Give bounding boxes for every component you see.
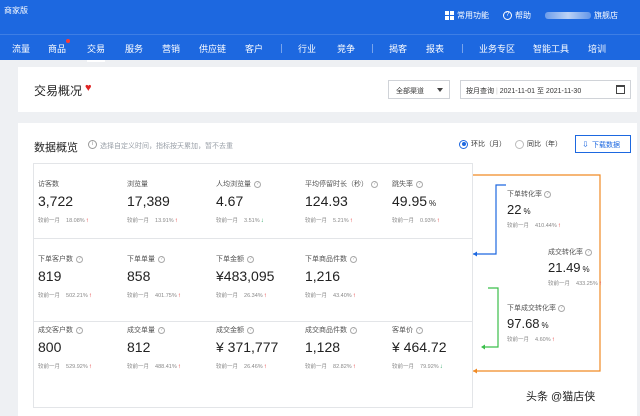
- nav-item-reports[interactable]: 报表: [426, 42, 444, 55]
- date-mode-label: 按月查询: [466, 88, 494, 95]
- grid-icon: [445, 11, 454, 20]
- conversion-rate: 下单转化率? 22% 较前一月 410.44%↑: [507, 189, 587, 229]
- arrow-up-icon: ↑: [551, 337, 555, 343]
- common-functions-link[interactable]: 常用功能: [445, 10, 489, 21]
- arrow-up-icon: ↑: [557, 223, 561, 229]
- rate-compare: 较前一月 4.60%↑: [507, 337, 555, 343]
- rate-compare: 较前一月 433.25%↑: [548, 281, 602, 287]
- help-icon: ?: [503, 11, 512, 20]
- nav-divider: [462, 44, 463, 53]
- rate-compare: 较前一月 410.44%↑: [507, 223, 561, 229]
- conversion-rate: 成交转化率? 21.49% 较前一月 433.25%↑: [548, 247, 628, 287]
- shop-name-menu[interactable]: 旗舰店: [545, 10, 618, 21]
- nav-item-customers[interactable]: 客户: [245, 42, 263, 55]
- rate-label: 下单转化率?: [507, 189, 587, 199]
- nav-item-business-zone[interactable]: 业务专区: [479, 42, 515, 55]
- funnel-connectors: [473, 174, 601, 374]
- rate-label: 成交转化率?: [548, 247, 628, 257]
- shop-name-blurred: [545, 12, 591, 19]
- top-right-menu: 常用功能 ? 帮助 旗舰店: [445, 10, 618, 21]
- help-icon[interactable]: ?: [585, 248, 592, 256]
- heart-icon[interactable]: ♥: [85, 82, 92, 94]
- date-separator: 至: [536, 88, 544, 95]
- watermark: 头条 @猫店侠: [526, 391, 596, 403]
- channel-select[interactable]: 全部渠道: [388, 80, 450, 99]
- connector-blue: [473, 184, 506, 255]
- brand-label: 商家版: [4, 6, 28, 15]
- arrow-head: [473, 251, 477, 257]
- arrow-head: [473, 368, 477, 374]
- nav-divider: [281, 44, 282, 53]
- nav-item-service[interactable]: 服务: [125, 42, 143, 55]
- page-title: 交易概况: [34, 84, 83, 98]
- data-overview-card: 数据概览 i 选择自定义时间，指标按天累加，暂不去重 环比（月） 同比（年） ⇩…: [18, 123, 637, 416]
- rate-value: 21.49%: [548, 260, 590, 275]
- help-link[interactable]: ? 帮助: [503, 10, 531, 21]
- shop-name-suffix: 旗舰店: [594, 11, 618, 20]
- chevron-down-icon: [437, 88, 443, 92]
- rate-value: 97.68%: [507, 316, 549, 331]
- rate-value: 22%: [507, 202, 531, 217]
- help-icon[interactable]: ?: [544, 190, 551, 198]
- arrow-head: [481, 344, 485, 350]
- top-bar: 商家版 常用功能 ? 帮助 旗舰店: [0, 0, 640, 34]
- arrow-up-icon: ↑: [598, 281, 602, 287]
- nav-divider: [372, 44, 373, 53]
- nav-item-competition[interactable]: 竞争: [337, 42, 355, 55]
- nav-item-products[interactable]: 商品: [48, 42, 66, 55]
- nav-item-marketing[interactable]: 营销: [162, 42, 180, 55]
- main-nav: 流量 商品 交易 服务 营销 供应链 客户 行业 竞争 揭客 报表 业务专区 智…: [0, 34, 640, 62]
- date-range-picker[interactable]: 按月查询 | 2021-11-01 至 2021-11-30: [460, 80, 631, 99]
- date-start: 2021-11-01: [499, 88, 536, 95]
- date-end: 2021-11-30: [545, 88, 582, 95]
- help-label: 帮助: [515, 11, 531, 20]
- nav-item-industry[interactable]: 行业: [298, 42, 316, 55]
- nav-item-supply-chain[interactable]: 供应链: [199, 42, 226, 55]
- connector-green: [483, 287, 499, 348]
- nav-item-training[interactable]: 培训: [588, 42, 606, 55]
- channel-select-value: 全部渠道: [396, 88, 424, 95]
- trade-overview-header: 交易概况 ♥ 全部渠道 按月查询 | 2021-11-01 至 2021-11-…: [18, 67, 637, 112]
- conversion-rate: 下单成交转化率? 97.68% 较前一月 4.60%↑: [507, 303, 587, 343]
- rate-label: 下单成交转化率?: [507, 303, 587, 313]
- nav-item-trade[interactable]: 交易: [87, 42, 106, 62]
- nav-item-jieke[interactable]: 揭客: [389, 42, 407, 55]
- common-functions-label: 常用功能: [457, 11, 489, 20]
- nav-item-smart-tools[interactable]: 智能工具: [533, 42, 569, 55]
- nav-item-traffic[interactable]: 流量: [12, 42, 30, 55]
- nav-products-badge: [66, 39, 70, 43]
- calendar-icon: [616, 85, 625, 94]
- help-icon[interactable]: ?: [558, 304, 565, 312]
